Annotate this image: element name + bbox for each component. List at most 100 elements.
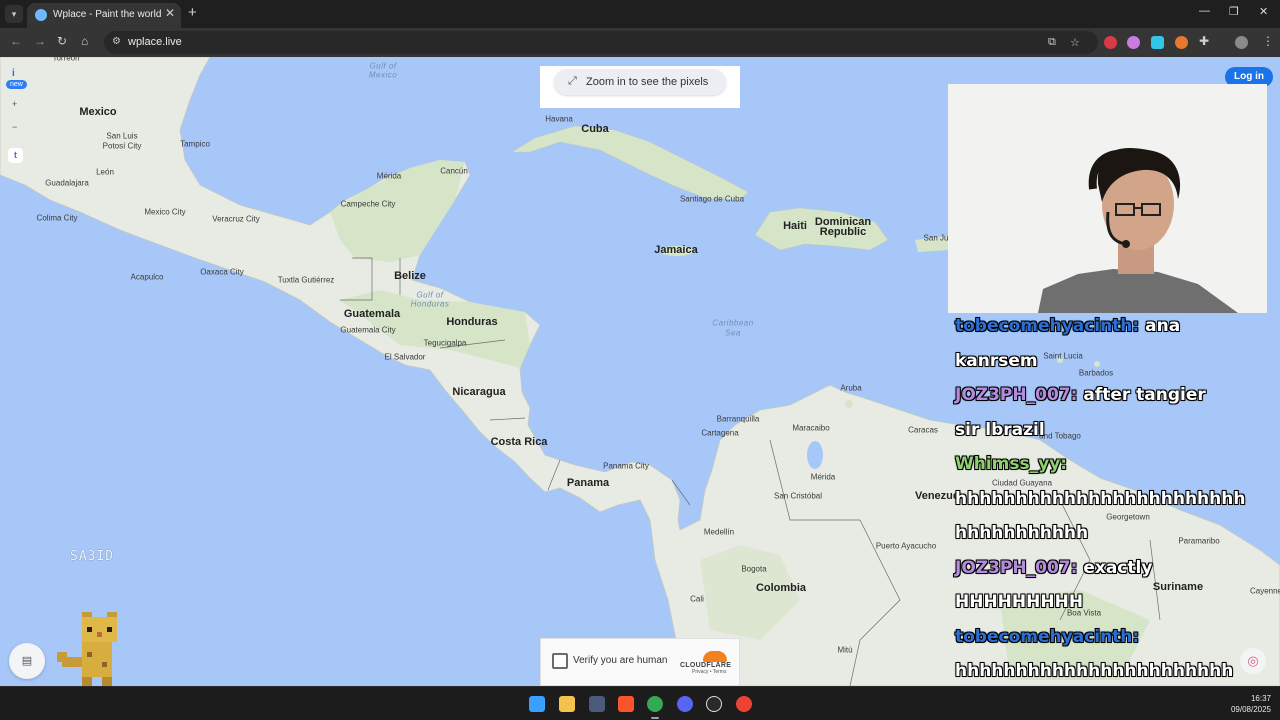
city-label: Torreón (52, 57, 80, 63)
browser-tab-wplace[interactable]: Wplace - Paint the world ✕ (27, 3, 181, 28)
city-label: Puerto Ayacucho (875, 541, 937, 551)
chat-line: sir lbrazil (955, 413, 1255, 448)
water-label: Caribbean (712, 318, 754, 328)
site-info-icon[interactable]: ⚙ (112, 36, 121, 47)
install-app-icon[interactable]: ⧉ (1048, 36, 1056, 49)
city-label: Maracaibo (792, 423, 830, 433)
city-label: Barranquilla (716, 414, 760, 424)
chrome-icon[interactable] (647, 696, 663, 712)
chat-username: tobecomehyacinth: (955, 626, 1140, 647)
country-label: Panama (566, 477, 610, 489)
new-tab-button[interactable]: + (188, 4, 197, 21)
city-label: Bogota (741, 564, 767, 574)
forward-icon[interactable]: → (34, 34, 46, 48)
clock-date: 09/08/2025 (1230, 705, 1271, 714)
tab-close-icon[interactable]: ✕ (165, 6, 175, 20)
wplace-favicon-icon (35, 9, 47, 21)
country-label: Jamaica (654, 244, 698, 256)
country-label: Honduras (446, 316, 498, 328)
file-explorer-icon[interactable] (559, 696, 575, 712)
close-window-button[interactable]: ✕ (1259, 5, 1268, 18)
extensions-puzzle-icon[interactable]: ✚ (1199, 34, 1209, 48)
address-bar[interactable]: ⚙ wplace.live ⧉ ☆ (104, 31, 1098, 54)
profile-avatar-icon[interactable] (1235, 36, 1248, 49)
app-icon[interactable] (589, 696, 605, 712)
city-label: Tegucigalpa (423, 338, 467, 348)
zoom-hint-icon: ⤢ (568, 75, 577, 87)
city-label: León (96, 167, 114, 177)
pixel-cat-icon (57, 612, 117, 687)
chat-line: hhhhhhhhhhhhhhhhhhhhhhhh (955, 482, 1255, 517)
country-label: Republic (819, 226, 867, 238)
city-label: Mérida (376, 171, 402, 181)
browser-tabstrip: ▾ Wplace - Paint the world ✕ + — ❐ ✕ (0, 0, 1280, 28)
chat-line: kanrsem (955, 344, 1255, 379)
url-text: wplace.live (128, 36, 182, 48)
chat-line: hhhhhhhhhhh (955, 516, 1255, 551)
info-icon[interactable]: i (12, 68, 15, 79)
country-label: Colombia (755, 582, 807, 594)
maximize-button[interactable]: ❐ (1229, 5, 1239, 18)
city-label: Mérida (810, 472, 836, 482)
chat-message-text: after tangier (1077, 385, 1206, 405)
city-label: Campeche City (340, 199, 396, 209)
streamer-watermark: SA3ID (70, 549, 115, 564)
cloudflare-brand: CLOUDFLARE (680, 662, 732, 669)
tab-title: Wplace - Paint the world (53, 9, 162, 20)
water-label: Gulf of (416, 290, 444, 300)
city-label: Santiago de Cuba (679, 194, 745, 204)
city-label: Caracas (908, 425, 938, 435)
zoom-hint-text: Zoom in to see the pixels (586, 76, 709, 88)
chat-username: JOZ3PH_007: (955, 385, 1078, 405)
chrome-active-indicator (651, 717, 659, 719)
cloudflare-cloud-icon (703, 651, 727, 662)
city-label: Cartagena (701, 428, 739, 438)
bookmark-star-icon[interactable]: ☆ (1070, 36, 1080, 49)
stream-chat-overlay: tobecomehyacinth: ana kanrsem JOZ3PH_007: … (955, 309, 1255, 689)
extension-purple-icon[interactable] (1127, 36, 1140, 49)
cloudflare-links[interactable]: Privacy • Terms (692, 669, 732, 675)
chat-line: HHHHHHHHH (955, 585, 1255, 620)
minimize-button[interactable]: — (1199, 5, 1210, 17)
browser-menu-icon[interactable]: ⋮ (1262, 34, 1274, 48)
chrome-profile-icon[interactable] (736, 696, 752, 712)
water-label: Gulf of (369, 61, 397, 71)
extension-orange-icon[interactable] (1175, 36, 1188, 49)
brave-browser-icon[interactable] (618, 696, 634, 712)
water-label: Sea (725, 328, 741, 338)
extension-red-icon[interactable] (1104, 36, 1117, 49)
home-icon[interactable]: ⌂ (81, 34, 88, 48)
chat-message-text: exactly (1077, 557, 1153, 578)
country-label: Haiti (783, 220, 807, 232)
chat-line: tobecomehyacinth: ana (955, 309, 1255, 344)
verify-checkbox[interactable] (552, 653, 568, 669)
discord-icon[interactable] (677, 696, 693, 712)
water-label: Honduras (410, 299, 450, 309)
chat-message-text: kanrsem (955, 350, 1038, 371)
city-label: Potosí City (102, 141, 142, 151)
extension-diamond-icon[interactable] (1151, 36, 1164, 49)
zoom-out-icon[interactable]: − (12, 122, 17, 132)
chat-message-text: ana (1139, 316, 1181, 336)
zoom-in-icon[interactable]: + (12, 99, 17, 109)
reload-icon[interactable]: ↻ (57, 34, 67, 48)
start-icon[interactable] (529, 696, 545, 712)
country-label: Nicaragua (452, 386, 506, 398)
tab-search-icon[interactable]: ▾ (5, 5, 23, 23)
city-label: Panama City (603, 461, 649, 471)
obs-icon[interactable] (706, 696, 722, 712)
city-label: San Ju (923, 233, 949, 243)
water-label: Mexico (368, 70, 398, 80)
clock-time: 16:37 (1250, 694, 1271, 703)
zoom-banner-panel: ⤢ Zoom in to see the pixels (540, 66, 740, 108)
paint-palette-button[interactable]: ▤ (9, 643, 45, 679)
city-label: Acapulco (130, 272, 164, 282)
city-label: Veracruz City (212, 214, 260, 224)
webcam-overlay (948, 84, 1267, 313)
chat-message-text: sir lbrazil (955, 419, 1045, 440)
twitch-icon[interactable]: t (8, 148, 23, 163)
chat-username: Whimss_yy: (955, 454, 1068, 474)
system-clock[interactable]: 16:37 09/08/2025 (1231, 693, 1271, 715)
back-icon[interactable]: ← (10, 34, 22, 48)
zoom-hint-pill[interactable]: ⤢ Zoom in to see the pixels (554, 69, 726, 95)
